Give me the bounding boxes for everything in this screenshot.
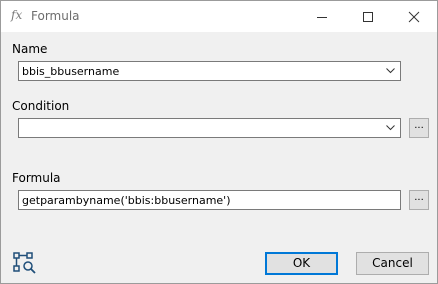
- formula-input[interactable]: getparambyname('bbis:bbusername'): [18, 190, 401, 210]
- formula-dialog: fx Formula Name bbis_bbusername Conditio…: [0, 0, 438, 284]
- window-title: Formula: [31, 9, 80, 23]
- minimize-button[interactable]: [299, 1, 345, 32]
- name-value: bbis_bbusername: [22, 65, 120, 78]
- close-icon: [408, 11, 420, 23]
- close-button[interactable]: [391, 1, 437, 32]
- formula-label: Formula: [12, 171, 61, 185]
- fx-icon: fx: [11, 8, 23, 22]
- diagram-search-icon[interactable]: [13, 252, 37, 274]
- formula-value: getparambyname('bbis:bbusername'): [22, 194, 231, 207]
- formula-browse-button[interactable]: ...: [409, 190, 429, 210]
- title-bar: fx Formula: [1, 1, 437, 32]
- name-combobox[interactable]: bbis_bbusername: [18, 61, 401, 81]
- maximize-icon: [363, 12, 373, 22]
- chevron-down-icon[interactable]: [386, 68, 395, 74]
- chevron-down-icon[interactable]: [386, 125, 395, 131]
- ok-button[interactable]: OK: [265, 252, 338, 275]
- cancel-button[interactable]: Cancel: [356, 252, 429, 275]
- maximize-button[interactable]: [345, 1, 391, 32]
- name-label: Name: [12, 42, 48, 56]
- condition-label: Condition: [12, 99, 70, 113]
- condition-combobox[interactable]: [18, 118, 401, 138]
- minimize-icon: [317, 17, 327, 18]
- condition-browse-button[interactable]: ...: [409, 118, 429, 138]
